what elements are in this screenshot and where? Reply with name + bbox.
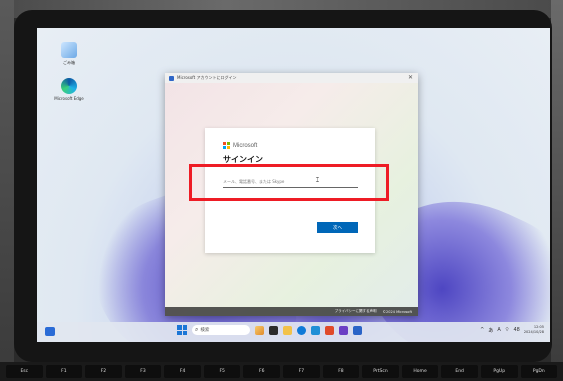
file-explorer-icon[interactable] — [283, 325, 292, 335]
taskbar-center: ⌕ 検索 — [177, 325, 362, 335]
key[interactable]: PrtScn — [362, 365, 399, 378]
key[interactable]: Esc — [6, 365, 43, 378]
ime-indicator[interactable]: あ — [488, 327, 493, 334]
search-icon: ⌕ — [195, 326, 199, 333]
desktop-icon-label: ごみ箱 — [63, 60, 75, 65]
wifi-icon[interactable]: ⌔ — [505, 327, 510, 333]
desktop-screen: ごみ箱 Microsoft Edge Microsoft アカウントにログイン … — [37, 28, 550, 342]
taskbar-app-icon[interactable] — [255, 325, 264, 335]
settings-icon[interactable] — [353, 325, 362, 335]
app-icon — [169, 75, 174, 81]
copyright-text: ©2024 Microsoft — [382, 309, 412, 314]
close-icon[interactable]: ✕ — [408, 74, 413, 82]
next-button[interactable]: 次へ — [317, 222, 358, 233]
system-tray: ^ あ A ⌔ 48 12:05 2024/10/28 — [480, 325, 544, 335]
recycle-bin-icon — [61, 42, 77, 58]
window-title: Microsoft アカウントにログイン — [177, 75, 237, 80]
window-titlebar[interactable]: Microsoft アカウントにログイン ✕ — [165, 73, 418, 83]
desktop-icon-recycle-bin[interactable]: ごみ箱 — [49, 42, 89, 66]
key[interactable]: PgUp — [480, 365, 518, 378]
desktop-icon-edge[interactable]: Microsoft Edge — [49, 78, 89, 101]
window-footer: プライバシーに関する声明 ©2024 Microsoft — [165, 307, 418, 316]
key[interactable]: F4 — [164, 365, 201, 378]
keyboard-function-row: Esc F1 F2 F3 F4 F5 F6 F7 F8 PrtScn Home … — [0, 362, 563, 381]
widgets-icon[interactable] — [45, 327, 55, 336]
clock-date: 2024/10/28 — [523, 330, 544, 334]
desktop-icon-label: Microsoft Edge — [54, 96, 84, 101]
photo-background-right — [551, 0, 563, 381]
privacy-link[interactable]: プライバシーに関する声明 — [335, 309, 377, 314]
task-view-icon[interactable] — [269, 325, 278, 335]
taskbar: ⌕ 検索 ^ あ A ⌔ 48 12:05 2024/10/28 — [37, 322, 550, 342]
key[interactable]: F7 — [283, 365, 320, 378]
key[interactable]: F6 — [243, 365, 281, 378]
key[interactable]: End — [441, 365, 478, 378]
key[interactable]: Home — [401, 365, 439, 378]
office-icon[interactable] — [325, 325, 334, 335]
brand-text: Microsoft — [233, 142, 258, 149]
taskbar-clock[interactable]: 12:05 2024/10/28 — [524, 325, 544, 335]
microsoft-logo-icon — [223, 142, 230, 149]
key[interactable]: F2 — [85, 365, 122, 378]
tray-overflow-icon[interactable]: ^ — [480, 327, 484, 333]
annotation-highlight-box — [189, 164, 389, 201]
edge-icon — [61, 78, 77, 94]
search-label: 検索 — [200, 328, 210, 333]
photo-background-left — [0, 0, 14, 381]
volume-indicator[interactable]: 48 — [513, 327, 519, 333]
microsoft-brand: Microsoft — [223, 142, 257, 149]
edge-icon[interactable] — [297, 325, 306, 335]
key[interactable]: F5 — [203, 365, 241, 378]
key[interactable]: PgDn — [520, 365, 558, 378]
taskbar-search[interactable]: ⌕ 検索 — [192, 325, 250, 335]
store-icon[interactable] — [311, 325, 320, 335]
key[interactable]: F3 — [124, 365, 162, 378]
taskbar-app-icon[interactable] — [339, 325, 348, 335]
key[interactable]: F1 — [45, 365, 83, 378]
key[interactable]: F8 — [322, 365, 360, 378]
input-mode-indicator[interactable]: A — [497, 327, 500, 333]
start-button[interactable] — [177, 325, 187, 335]
